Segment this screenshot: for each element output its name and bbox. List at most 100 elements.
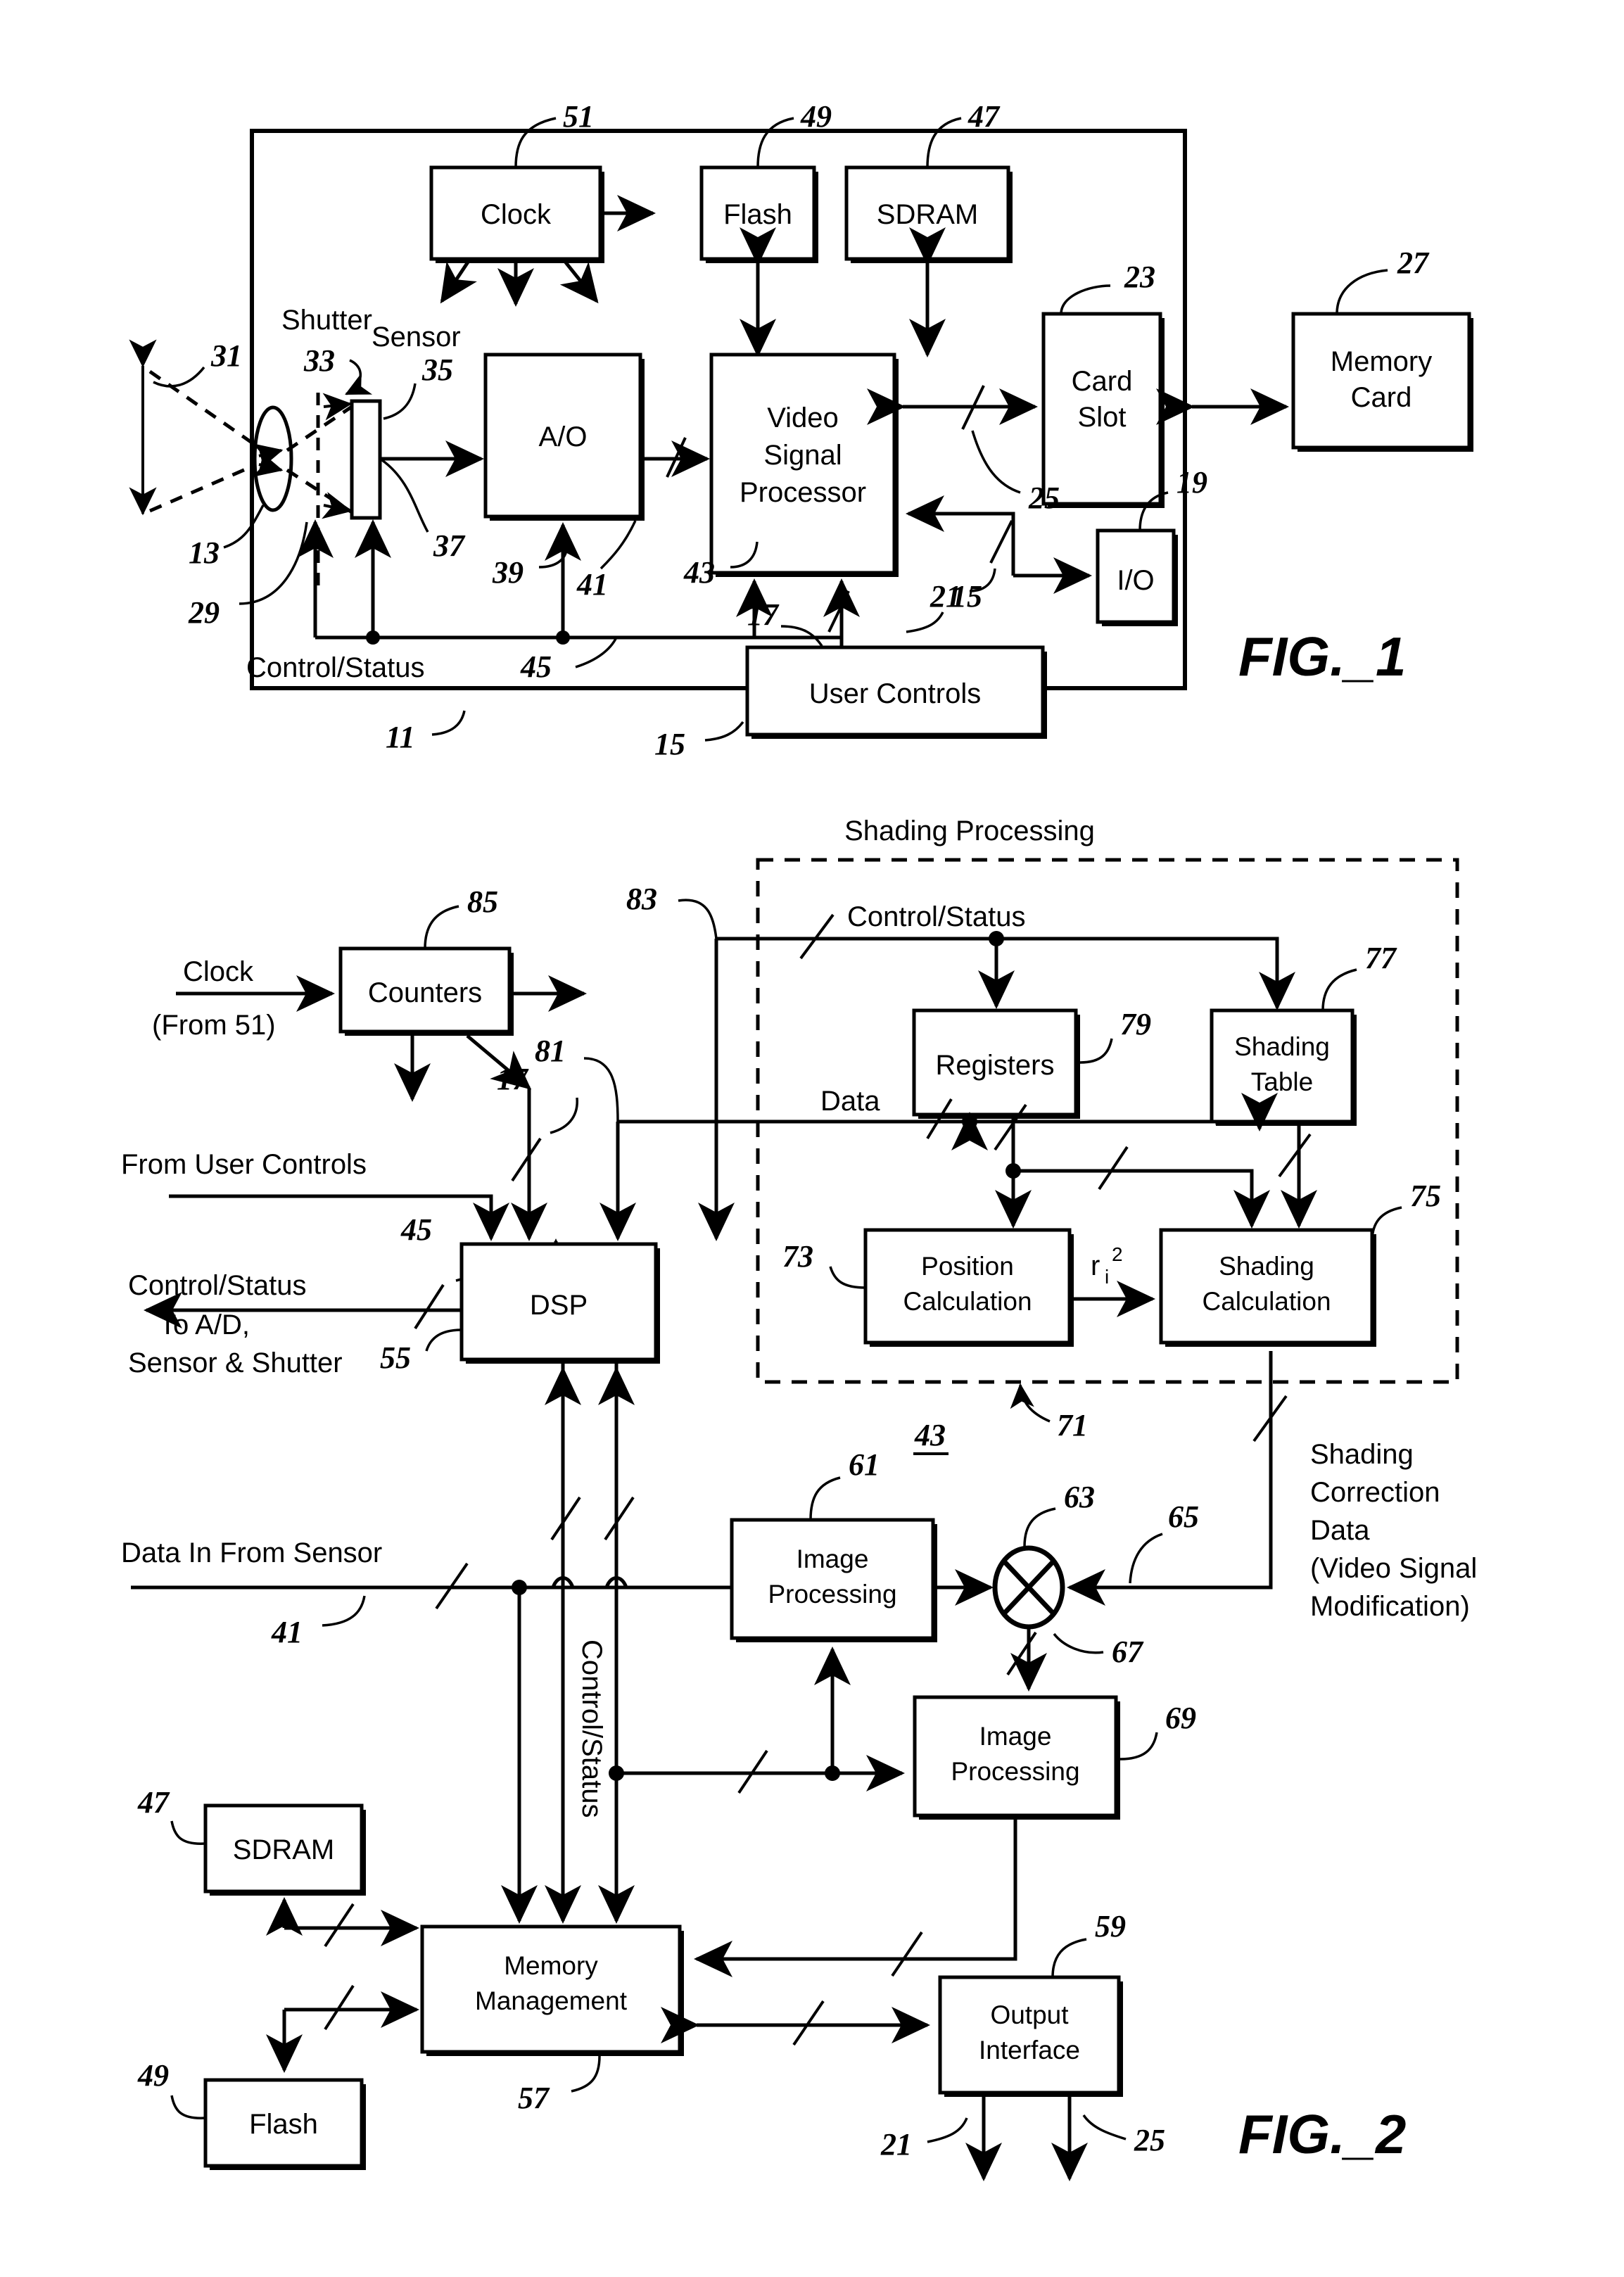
fig2-ref-49: 49 — [137, 2058, 169, 2093]
fig2-from-user-controls: From User Controls — [121, 1149, 367, 1180]
fig2-shading-table-block: Shading Table — [1210, 1008, 1357, 1126]
fig2-to-ad-line1: To A/D, — [159, 1309, 250, 1340]
fig1-ref-45: 45 — [520, 649, 552, 684]
fig1-io-block: I/O — [1096, 528, 1178, 626]
fig2-memmgmt-line2: Management — [475, 1986, 628, 2015]
fig2-ri2-sub: i — [1105, 1266, 1109, 1288]
fig2-sc-line1: Shading — [1310, 1439, 1414, 1470]
fig1-ref-37: 37 — [433, 528, 466, 563]
fig1-ref-41: 41 — [576, 567, 608, 602]
fig2-registers-block: Registers — [912, 1008, 1080, 1119]
fig1-io-text: I/O — [1117, 565, 1154, 596]
fig2-sc-line5: Modification) — [1310, 1591, 1470, 1622]
fig2-ref-67: 67 — [1112, 1635, 1144, 1669]
fig2-ref-73: 73 — [782, 1239, 813, 1274]
fig1-sdram-text: SDRAM — [877, 199, 978, 230]
fig2-ref-63: 63 — [1064, 1480, 1095, 1514]
fig1-vsp-line1: Video — [767, 402, 839, 433]
fig2-ref-41: 41 — [271, 1615, 303, 1649]
fig2-clock-line2: (From 51) — [152, 1010, 276, 1041]
fig2-counters-block: Counters — [338, 946, 514, 1036]
fig2-ref-75: 75 — [1410, 1179, 1441, 1213]
fig1-memcard-line1: Memory — [1331, 346, 1432, 377]
fig1-ref-23: 23 — [1124, 260, 1155, 294]
fig1-shutter-label: Shutter — [281, 305, 372, 336]
fig1-ref-39: 39 — [492, 555, 524, 590]
fig1-ref-35: 35 — [421, 353, 453, 387]
fig1-ao-text: A/O — [539, 421, 588, 452]
fig2-sc-line3: Data — [1310, 1515, 1370, 1546]
fig2-ref-85: 85 — [467, 884, 498, 919]
fig2-shading-processing-title: Shading Processing — [844, 816, 1095, 846]
fig2-image-processing-69-block: Image Processing — [913, 1695, 1120, 1820]
fig2-poscalc-line1: Position — [921, 1252, 1014, 1281]
fig2-to-ad-line2: Sensor & Shutter — [128, 1347, 343, 1378]
fig1-ref-11: 11 — [386, 720, 415, 754]
fig1-ref-15-bottom: 15 — [654, 727, 685, 761]
fig2-dsp-text: DSP — [530, 1290, 588, 1321]
fig1-usercontrols-text: User Controls — [809, 678, 982, 709]
fig1-ref-15-top: 15 — [951, 579, 982, 614]
fig2-sc-line4: (Video Signal — [1310, 1553, 1477, 1584]
fig2-ref-47: 47 — [137, 1785, 170, 1820]
fig1-sensor-label: Sensor — [372, 322, 461, 353]
fig1-ao-block: A/O — [483, 353, 645, 521]
fig2-ref-25: 25 — [1134, 2123, 1165, 2157]
fig1-flash-text: Flash — [723, 199, 792, 230]
fig1-ref-29: 29 — [188, 595, 220, 630]
fig2-memory-management-block: Memory Management — [420, 1924, 684, 2056]
fig2-control-status-left: Control/Status — [128, 1270, 306, 1301]
fig2-ip61-line1: Image — [797, 1545, 869, 1573]
fig1-memcard-line2: Card — [1351, 382, 1412, 413]
fig2-ref-45: 45 — [400, 1212, 432, 1247]
fig1-clock-text: Clock — [481, 199, 552, 230]
fig1-memory-card-block: Memory Card — [1291, 312, 1473, 452]
fig2-output-interface-block: Output Interface — [938, 1975, 1123, 2097]
fig2-ref-59: 59 — [1095, 1909, 1126, 1943]
fig2-outif-line2: Interface — [979, 2036, 1080, 2064]
fig2-ref-21: 21 — [880, 2127, 912, 2162]
fig1-ref-43: 43 — [683, 555, 715, 590]
fig1-control-status-label: Control/Status — [246, 652, 424, 683]
fig2-shading-calculation-block: Shading Calculation — [1159, 1228, 1376, 1347]
fig2-ref-55: 55 — [380, 1340, 411, 1375]
fig2-ref-83: 83 — [626, 882, 657, 916]
fig2-data-label: Data — [820, 1086, 880, 1117]
fig1-card-slot-block: Card Slot — [1041, 312, 1165, 508]
fig1-cardslot-line2: Slot — [1078, 402, 1127, 433]
fig2-registers-text: Registers — [936, 1050, 1055, 1081]
fig2-ip69-line1: Image — [979, 1722, 1052, 1751]
fig2-memmgmt-line1: Memory — [504, 1951, 598, 1980]
fig2-ref-65: 65 — [1168, 1499, 1199, 1534]
fig1-caption: FIG._1 — [1238, 626, 1406, 687]
fig2-ip61-line2: Processing — [768, 1580, 896, 1609]
fig2-ref-77: 77 — [1365, 941, 1397, 975]
fig1-ref-47: 47 — [968, 99, 1001, 134]
fig1-ref-17: 17 — [747, 597, 780, 632]
fig2-ref-71: 71 — [1057, 1408, 1088, 1442]
fig1-ref-51: 51 — [563, 99, 594, 134]
fig2-shadingtable-line1: Shading — [1234, 1032, 1330, 1061]
fig2-ref-43: 43 — [914, 1418, 946, 1452]
fig2-flash-block: Flash — [203, 2078, 366, 2170]
fig2-counters-text: Counters — [368, 977, 482, 1008]
fig2-ref-79: 79 — [1120, 1007, 1151, 1041]
fig2-ref-17: 17 — [497, 1062, 529, 1096]
fig1-flash-block: Flash — [699, 165, 818, 263]
patent-drawing-sheet: Clock Clock 51 Flash 49 SDRAM 47 — [0, 0, 1624, 2277]
fig1-sensor-element — [350, 399, 382, 520]
fig1-vsp-line2: Signal — [763, 440, 842, 471]
fig2-position-calculation-block: Position Calculation — [863, 1228, 1074, 1347]
fig1-ref-33: 33 — [303, 343, 335, 378]
fig2-dsp-block: DSP — [459, 1242, 660, 1364]
fig1-video-signal-processor-block: Video Signal Processor — [709, 353, 899, 577]
fig2-shadingtable-line2: Table — [1251, 1067, 1313, 1096]
fig2-ref-61: 61 — [849, 1447, 880, 1482]
fig2-control-status-vertical: Control/Status — [576, 1639, 607, 1818]
fig2-shadecalc-line1: Shading — [1219, 1252, 1314, 1281]
fig2-caption: FIG._2 — [1238, 2103, 1406, 2165]
fig1-cardslot-line1: Card — [1072, 366, 1133, 397]
fig1-vsp-line3: Processor — [740, 477, 866, 508]
fig2-image-processing-61-block: Image Processing — [730, 1518, 937, 1642]
fig2-ref-69: 69 — [1165, 1701, 1196, 1735]
